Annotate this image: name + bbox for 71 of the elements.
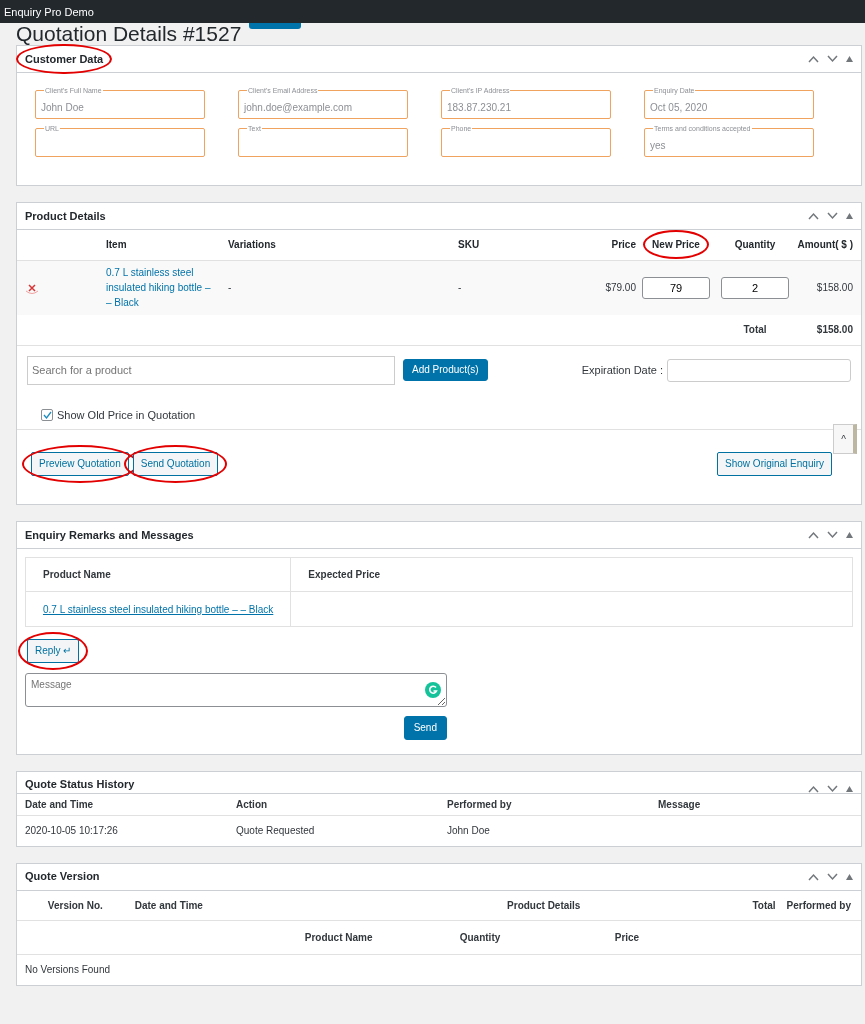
column-header: Total [752,899,776,911]
panel-title: Customer Data [25,52,104,65]
expiration-label: Expiration Date : [581,362,663,378]
table-cell: $79.00 [605,282,636,294]
column-header: SKU [458,239,480,251]
move-up-icon[interactable] [808,784,819,793]
scroll-top-button[interactable]: ^ [833,424,857,454]
checkbox-label: Show Old Price in Quotation [57,407,196,423]
quantity-input[interactable]: 2 [721,276,789,299]
product-link[interactable]: 0.7 L stainless steel insulated hiking bottle – – Black [106,265,215,311]
column-header: Quantity [459,931,502,945]
column-header: Product Name [43,569,111,580]
button[interactable]: Send Quotation [132,452,219,476]
panel-title: Product Details [25,208,106,224]
column-header: Date and Time [134,899,203,911]
send-button[interactable]: Send [403,715,447,740]
move-up-icon[interactable] [808,531,819,539]
remove-icon[interactable] [25,282,39,295]
button[interactable]: Show Original Enquiry [717,452,832,476]
column-header: Version No. [47,899,103,911]
column-header: Product Name [304,931,374,945]
column-header: Quantity [734,239,776,251]
column-header: Action [236,798,268,810]
table-cell: Quote Requested [236,825,315,837]
checkbox[interactable] [41,408,53,421]
column-header: Message [658,798,701,810]
column-header: Expected Price [308,569,381,580]
column-header: New Price [652,239,700,251]
message-field[interactable]: Message [25,673,447,707]
date-field[interactable] [667,358,851,382]
table-cell: John Doe [447,825,490,837]
total-label: Total [743,324,767,336]
table-cell: $158.00 [816,282,853,294]
move-down-icon[interactable] [827,212,838,220]
column-header: Performed by [786,899,851,911]
column-header: Price [611,239,636,251]
search-field[interactable]: Search for a product [27,355,395,385]
total-value: $158.00 [816,324,853,336]
column-header: Amount( $ ) [797,239,853,251]
app-title: Enquiry Pro Demo [0,0,865,23]
move-down-icon[interactable] [827,55,838,63]
header-button[interactable] [249,23,302,29]
panel-title: Quote Status History [25,777,135,792]
price-input[interactable]: 79 [642,276,710,299]
collapse-icon[interactable] [846,56,853,62]
panel-title: Quote Version [25,869,100,885]
table-cell: 2020-10-05 10:17:26 [25,825,118,837]
table-cell: - [458,282,462,294]
empty-message: No Versions Found [25,964,111,976]
collapse-icon[interactable] [846,532,853,538]
reply-button[interactable]: Reply ↵ [27,639,80,663]
page-title: Quotation Details #1527 [16,23,242,45]
button[interactable]: Preview Quotation [31,452,129,476]
column-header: Price [614,931,641,945]
move-up-icon[interactable] [808,55,819,63]
column-header: Variations [228,239,276,251]
table-cell: - [228,282,232,294]
move-down-icon[interactable] [827,531,838,539]
collapse-icon[interactable] [846,213,853,219]
panel-title: Enquiry Remarks and Messages [25,527,194,543]
column-header: Date and Time [25,798,94,810]
collapse-icon[interactable] [846,873,853,880]
add-products-button[interactable]: Add Product(s) [403,359,488,381]
move-up-icon[interactable] [808,872,819,881]
move-up-icon[interactable] [808,212,819,220]
column-header: Product Details [507,899,581,911]
collapse-icon[interactable] [846,785,853,792]
column-header: Item [106,239,127,251]
move-down-icon[interactable] [827,872,838,881]
move-down-icon[interactable] [827,784,838,793]
column-header: Performed by [447,798,512,810]
